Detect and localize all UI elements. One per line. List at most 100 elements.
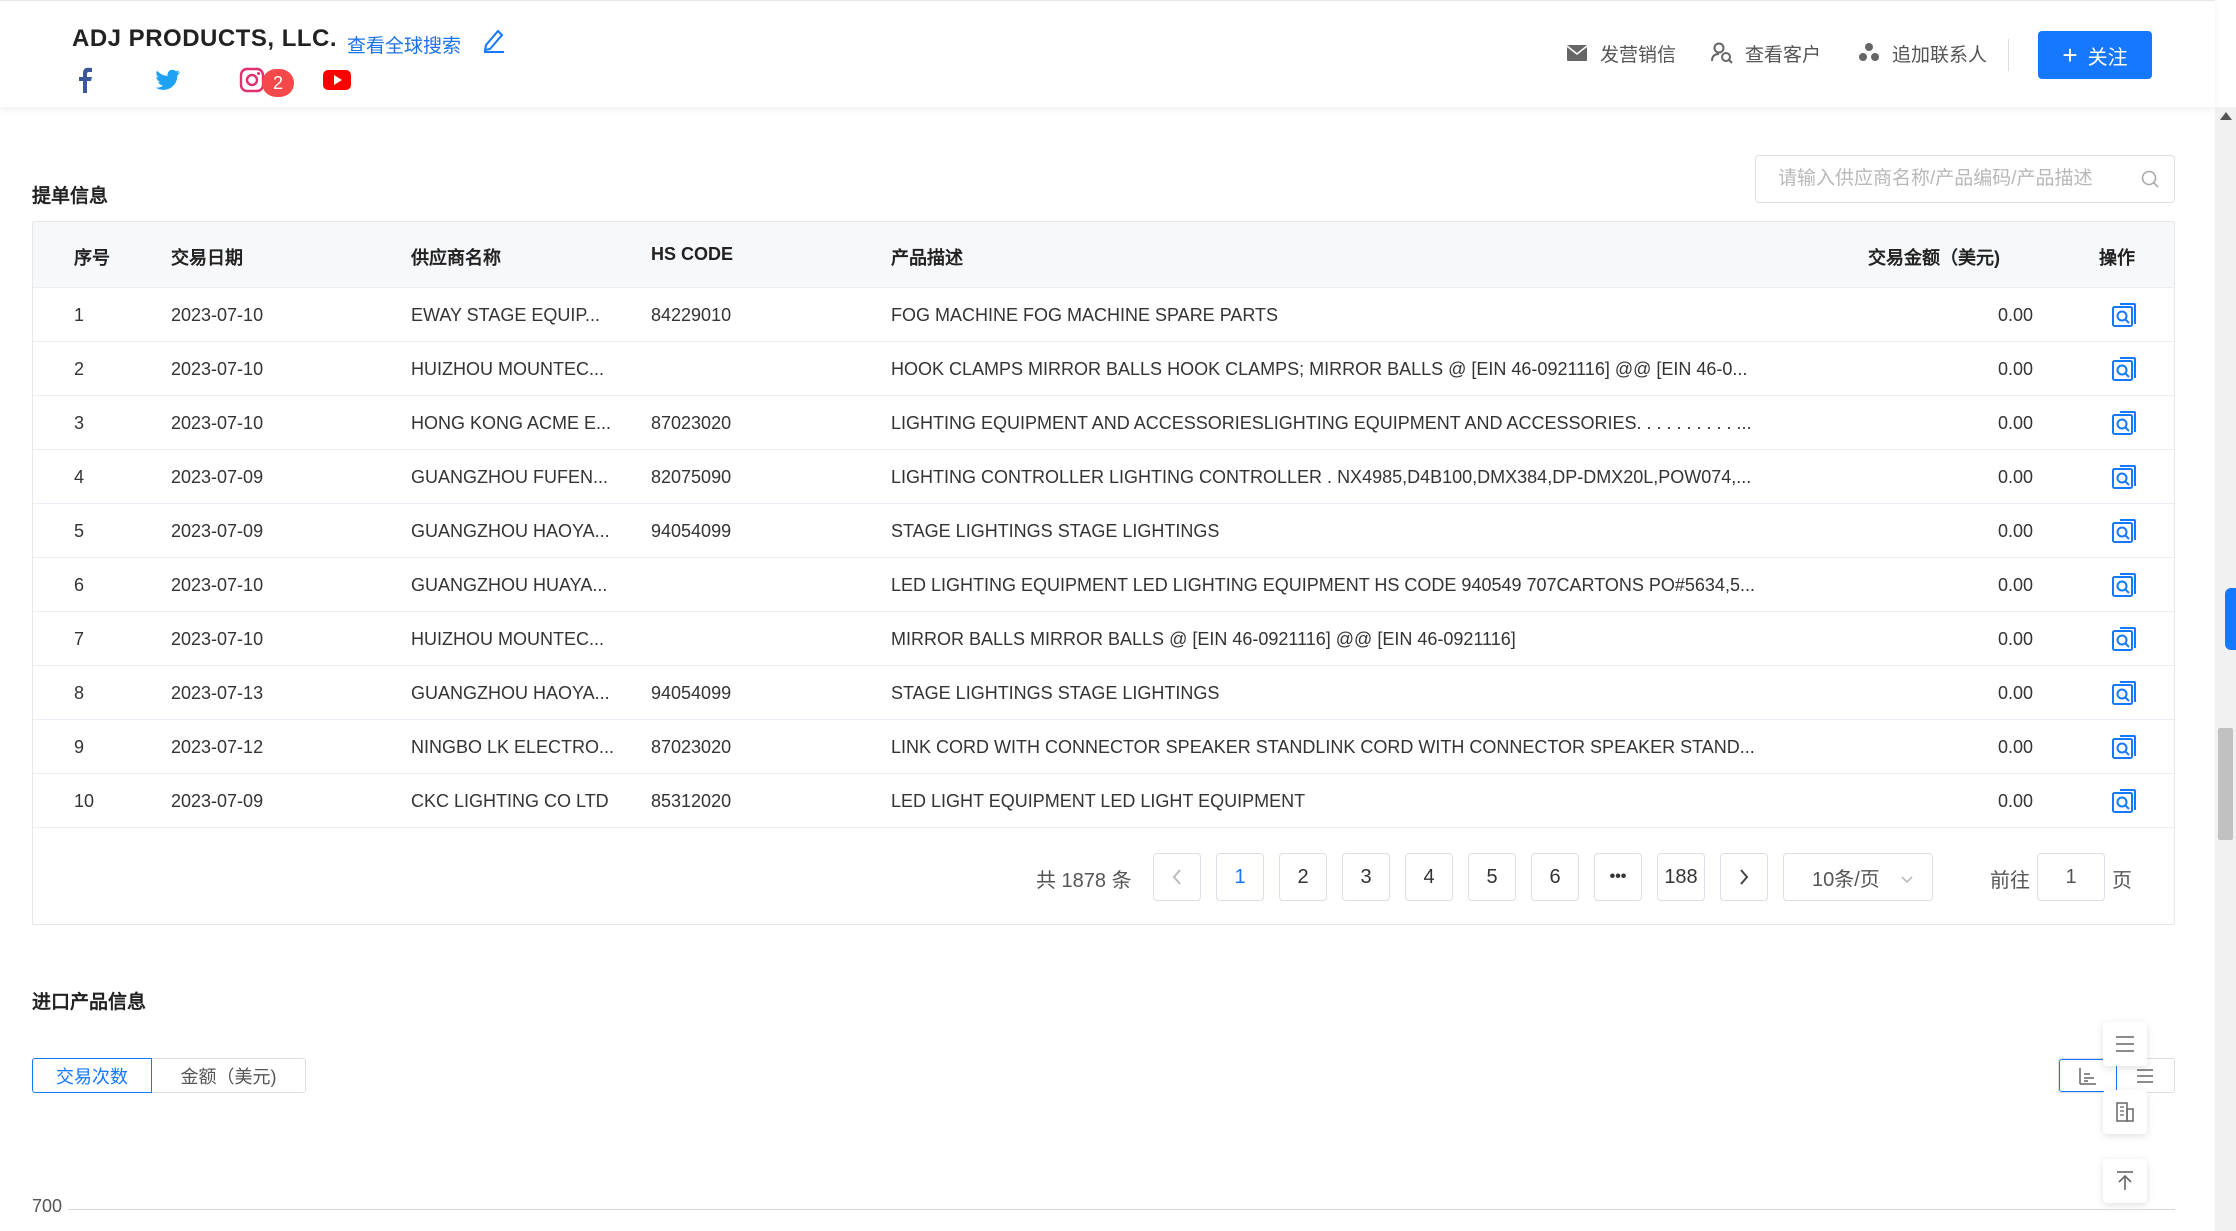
page-button-6[interactable]: 6 [1531,853,1579,901]
goto-suffix: 页 [2112,870,2132,892]
cell-supplier: GUANGZHOU HUAYA... [411,575,608,595]
page-ellipsis-button[interactable]: ••• [1594,853,1642,901]
cell-date: 2023-07-10 [171,305,264,325]
cell-seq: 3 [74,413,85,433]
top-header: ADJ PRODUCTS, LLC. 查看全球搜索 2 发营销信 查看客户 追加… [0,0,2215,107]
search-icon[interactable] [2140,169,2160,194]
view-detail-icon[interactable] [2111,410,2137,436]
cell-description: STAGE LIGHTINGS STAGE LIGHTINGS [891,521,1220,541]
cell-description: STAGE LIGHTINGS STAGE LIGHTINGS [891,683,1220,703]
table-row: 6 2023-07-10 GUANGZHOU HUAYA... LED LIGHTIN… [33,558,2174,612]
back-to-top-button[interactable] [2103,1159,2147,1203]
facebook-icon[interactable] [70,65,100,95]
cell-hs-code: 94054099 [651,683,732,703]
scrollbar-thumb[interactable] [2218,728,2233,840]
scroll-up-arrow-icon[interactable] [2220,112,2232,120]
cell-amount: 0.00 [1997,359,2033,379]
view-detail-icon[interactable] [2111,680,2137,706]
cell-seq: 4 [74,467,85,487]
cell-amount: 0.00 [1997,467,2033,487]
bills-search-box[interactable] [1755,155,2175,203]
float-company-button[interactable] [2103,1090,2147,1134]
cell-supplier: GUANGZHOU HAOYA... [411,683,610,703]
table-row: 4 2023-07-09 GUANGZHOU FUFEN... 82075090 LIG… [33,450,2174,504]
view-detail-icon[interactable] [2111,356,2137,382]
page-size-select[interactable]: 10条/页 [1783,853,1933,901]
cell-hs-code: 94054099 [651,521,732,541]
user-search-icon [1711,42,1733,64]
cell-date: 2023-07-09 [171,467,264,487]
float-menu-button[interactable] [2103,1022,2147,1066]
metric-toggle: 交易次数 金额（美元) [32,1058,306,1093]
follow-button[interactable]: + 关注 [2038,31,2152,79]
mail-icon [1566,45,1588,61]
prev-page-button[interactable] [1153,853,1201,901]
cell-supplier: GUANGZHOU HAOYA... [411,521,610,541]
page-button-1[interactable]: 1 [1216,853,1264,901]
cell-hs-code: 87023020 [651,413,732,433]
edit-icon[interactable] [480,25,508,53]
cell-hs-code: 85312020 [651,791,732,811]
page-button-2[interactable]: 2 [1279,853,1327,901]
table-row: 9 2023-07-12 NINGBO LK ELECTRO... 87023020 L… [33,720,2174,774]
col-seq: 序号 [74,248,110,268]
building-icon [2116,1102,2134,1122]
view-detail-icon[interactable] [2111,572,2137,598]
add-contact-button[interactable]: 追加联系人 [1858,39,1987,67]
cell-date: 2023-07-13 [171,683,264,703]
table-row: 10 2023-07-09 CKC LIGHTING CO LTD 85312020 L… [33,774,2174,828]
cell-seq: 7 [74,629,85,649]
pagination-total: 共 1878 条 [1036,870,1132,892]
bills-section-title: 提单信息 [32,186,109,207]
table-header: 序号 交易日期 供应商名称 HS CODE 产品描述 交易金额（美元) 操作 [33,222,2174,288]
chevron-left-icon [1172,869,1181,885]
view-detail-icon[interactable] [2111,734,2137,760]
view-detail-icon[interactable] [2111,788,2137,814]
page-button-5[interactable]: 5 [1468,853,1516,901]
cell-description: LINK CORD WITH CONNECTOR SPEAKER STANDLI… [891,737,1755,757]
bills-search-input[interactable] [1756,156,2126,202]
view-detail-icon[interactable] [2111,518,2137,544]
page-button-4[interactable]: 4 [1405,853,1453,901]
table-row: 7 2023-07-10 HUIZHOU MOUNTEC... MIRROR BALL… [33,612,2174,666]
cell-date: 2023-07-09 [171,521,264,541]
company-name: ADJ PRODUCTS, LLC. [72,25,338,52]
page-button-3[interactable]: 3 [1342,853,1390,901]
view-customer-button[interactable]: 查看客户 [1711,39,1821,67]
send-marketing-email-button[interactable]: 发营销信 [1566,39,1676,67]
twitter-icon[interactable] [153,65,183,95]
tab-amount-usd[interactable]: 金额（美元) [152,1058,306,1093]
cell-description: MIRROR BALLS MIRROR BALLS @ [EIN 46-0921… [891,629,1516,649]
table-row: 1 2023-07-10 EWAY STAGE EQUIP... 84229010 FO… [33,288,2174,342]
add-contact-label: 追加联系人 [1892,44,1988,66]
follow-label: 关注 [2087,46,2128,69]
cell-supplier: HUIZHOU MOUNTEC... [411,359,604,379]
goto-page-input[interactable] [2037,853,2105,901]
chart-gridline [68,1209,2175,1210]
side-drawer-tab[interactable] [2225,588,2236,650]
next-page-button[interactable] [1720,853,1768,901]
cell-amount: 0.00 [1997,791,2033,811]
view-detail-icon[interactable] [2111,626,2137,652]
goto-prefix: 前往 [1990,870,2030,892]
view-detail-icon[interactable] [2111,464,2137,490]
cell-supplier: HONG KONG ACME E... [411,413,612,433]
cell-description: LIGHTING EQUIPMENT AND ACCESSORIESLIGHTI… [891,413,1752,433]
global-search-link[interactable]: 查看全球搜索 [347,31,461,58]
tab-transaction-count[interactable]: 交易次数 [32,1058,152,1093]
list-icon [2137,1068,2154,1083]
cell-date: 2023-07-10 [171,575,264,595]
view-detail-icon[interactable] [2111,302,2137,328]
youtube-icon[interactable] [322,65,352,95]
cell-amount: 0.00 [1997,575,2033,595]
page-button-last[interactable]: 188 [1657,853,1705,901]
cell-supplier: NINGBO LK ELECTRO... [411,737,615,757]
cell-hs-code: 87023020 [651,737,732,757]
header-divider [2008,39,2009,71]
cell-seq: 5 [74,521,85,541]
page-size-value: 10条/页 [1812,868,1880,891]
cell-date: 2023-07-12 [171,737,264,757]
page-scrollbar[interactable] [2215,107,2236,1231]
col-amount: 交易金额（美元) [1868,248,2000,268]
col-hs-code: HS CODE [651,244,734,264]
